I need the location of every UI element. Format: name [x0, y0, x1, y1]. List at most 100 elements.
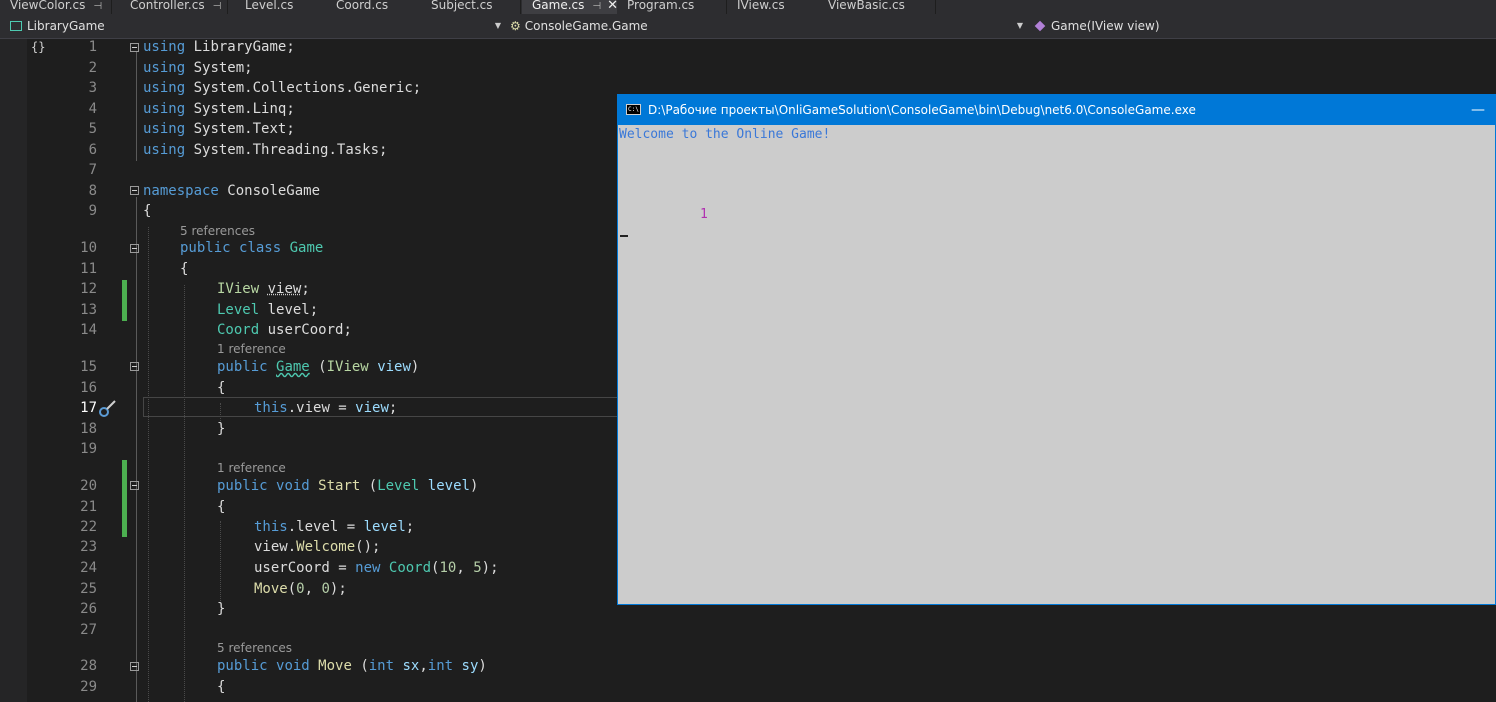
line-number: 28 [80, 658, 97, 674]
line-number: 23 [80, 539, 97, 555]
console-title-bar[interactable]: C:\ D:\Рабочие проекты\OnliGameSolution\… [618, 95, 1495, 125]
tab-viewbasic[interactable]: ViewBasic.cs [818, 0, 936, 14]
type-dropdown[interactable]: ⚙ ConsoleGame.Game ▼ [510, 16, 1027, 36]
code-line: using System; [143, 60, 253, 76]
fold-toggle[interactable] [130, 362, 139, 371]
line-number: 29 [80, 679, 97, 695]
fold-toggle[interactable] [130, 244, 139, 253]
code-line: IView view; [217, 281, 310, 297]
console-window[interactable]: C:\ D:\Рабочие проекты\OnliGameSolution\… [617, 94, 1496, 605]
code-line: using System.Threading.Tasks; [143, 142, 388, 158]
code-line: { [217, 380, 226, 396]
code-line: { [217, 499, 226, 515]
line-number: 21 [80, 499, 97, 515]
line-number: 8 [88, 183, 97, 199]
fold-toggle[interactable] [130, 43, 139, 52]
code-line: public void Start (Level level) [217, 478, 479, 494]
codelens-references[interactable]: 1 reference [217, 342, 286, 356]
codelens-references[interactable]: 5 references [217, 641, 292, 655]
code-line: using LibraryGame; [143, 39, 295, 55]
console-welcome-text: Welcome to the Online Game! [619, 127, 831, 142]
codelens-references[interactable]: 5 references [180, 224, 255, 238]
tab-level[interactable]: Level.cs [235, 0, 329, 14]
tab-coord[interactable]: Coord.cs [326, 0, 422, 14]
code-line: using System.Collections.Generic; [143, 80, 422, 96]
code-line: { [143, 203, 152, 219]
tab-iview[interactable]: IView.cs [727, 0, 821, 14]
code-line: { [180, 261, 189, 277]
line-number-current: 17 [80, 400, 97, 416]
line-number: 5 [88, 121, 97, 137]
member-name: Game(IView view) [1051, 19, 1160, 33]
line-number: 2 [88, 60, 97, 76]
console-cursor [620, 235, 628, 237]
line-number: 20 [80, 478, 97, 494]
tab-subject[interactable]: Subject.cs [421, 0, 521, 14]
line-number: 13 [80, 302, 97, 318]
line-number: 27 [80, 622, 97, 638]
tab-label: ViewColor.cs [10, 0, 86, 12]
line-number: 22 [80, 519, 97, 535]
line-number: 16 [80, 380, 97, 396]
line-number: 24 [80, 560, 97, 576]
line-number: 1 [88, 39, 97, 55]
code-line: using System.Linq; [143, 101, 295, 117]
line-number: 3 [88, 80, 97, 96]
document-tab-strip: ViewColor.cs ⊣ Controller.cs ⊣ Level.cs Co… [0, 0, 1496, 14]
pin-icon[interactable]: ⊣ [93, 2, 102, 12]
line-number: 6 [88, 142, 97, 158]
fold-toggle[interactable] [130, 481, 139, 490]
code-line: using System.Text; [143, 121, 295, 137]
using-scope-line [136, 51, 137, 161]
code-line: public class Game [180, 240, 324, 256]
line-number: 26 [80, 601, 97, 617]
line-number: 9 [88, 203, 97, 219]
pin-icon[interactable]: ⊣ [213, 2, 222, 12]
indent-guide [148, 227, 149, 702]
line-number: 18 [80, 421, 97, 437]
code-line: userCoord = new Coord(10, 5); [254, 560, 499, 576]
change-indicator [122, 280, 127, 321]
code-line: { [217, 679, 226, 695]
code-line: this.view = view; [254, 400, 398, 416]
line-number: 14 [80, 322, 97, 338]
code-line: view.Welcome(); [254, 539, 381, 555]
tab-label: Game.cs [532, 0, 585, 12]
change-indicator [122, 460, 127, 537]
tab-label: Coord.cs [336, 0, 389, 12]
class-icon: ⚙ [510, 19, 521, 33]
line-number: 15 [80, 359, 97, 375]
quick-actions-screwdriver-icon[interactable] [99, 399, 117, 417]
project-dropdown[interactable]: LibraryGame ▼ [10, 16, 505, 36]
line-number: 4 [88, 101, 97, 117]
pin-icon[interactable]: ⊣ [592, 2, 601, 12]
line-number: 19 [80, 441, 97, 457]
console-output-value: 1 [700, 207, 708, 222]
line-number: 10 [80, 240, 97, 256]
tab-label: ViewBasic.cs [828, 0, 905, 12]
line-number: 7 [88, 162, 97, 178]
fold-toggle[interactable] [130, 186, 139, 195]
line-number: 25 [80, 581, 97, 597]
code-line: } [217, 421, 226, 437]
tab-label: IView.cs [737, 0, 785, 12]
tab-game[interactable]: Game.cs ⊣ ✕ [522, 0, 620, 14]
tab-label: Controller.cs [130, 0, 205, 12]
minimize-button[interactable]: — [1471, 95, 1485, 125]
code-line: Level level; [217, 302, 319, 318]
fold-toggle[interactable] [130, 662, 139, 671]
tab-label: Level.cs [245, 0, 294, 12]
tab-viewcolor[interactable]: ViewColor.cs ⊣ [0, 0, 112, 14]
namespace-scope-line [136, 197, 137, 702]
chevron-down-icon: ▼ [494, 21, 501, 30]
tab-program[interactable]: Program.cs [617, 0, 727, 14]
tab-label: Subject.cs [431, 0, 493, 12]
line-number: 12 [80, 281, 97, 297]
code-line: namespace ConsoleGame [143, 183, 321, 199]
tab-label: Program.cs [627, 0, 695, 12]
code-line: } [217, 601, 226, 617]
member-dropdown[interactable]: Game(IView view) [1034, 16, 1490, 36]
tab-controller[interactable]: Controller.cs ⊣ [120, 0, 228, 14]
code-line: public void Move (int sx,int sy) [217, 658, 487, 674]
codelens-references[interactable]: 1 reference [217, 461, 286, 475]
